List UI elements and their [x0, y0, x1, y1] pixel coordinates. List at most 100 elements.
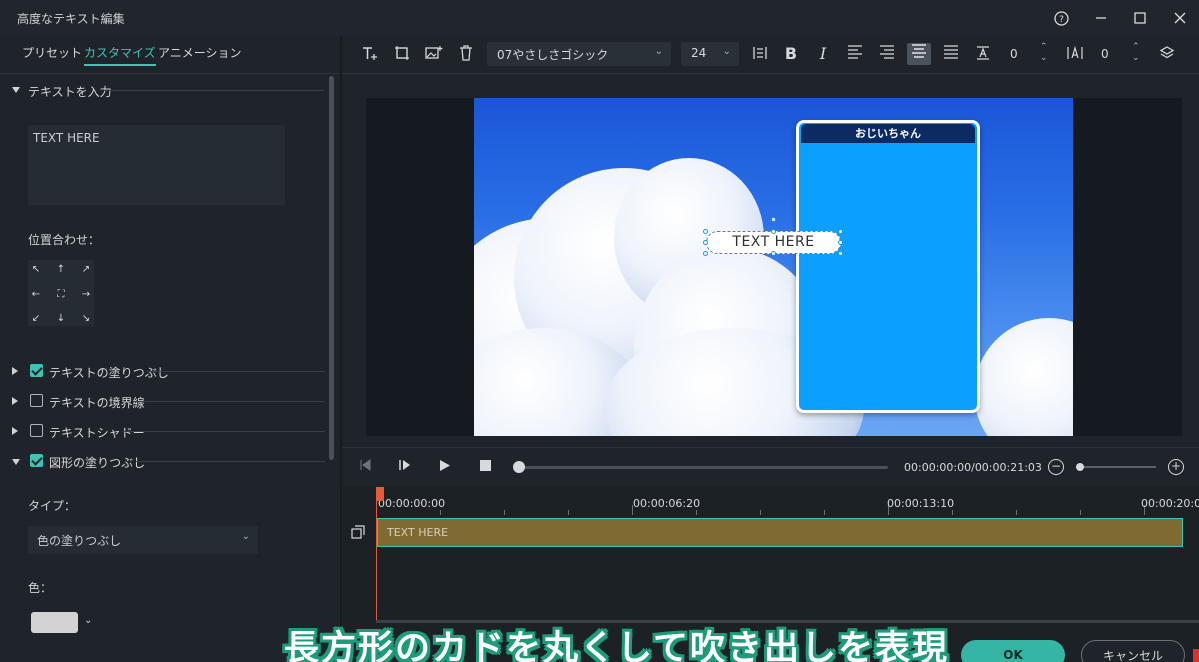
playback-progress-track[interactable] — [519, 466, 888, 469]
resize-handle[interactable] — [703, 240, 708, 245]
text-shadow-checkbox[interactable] — [30, 424, 43, 437]
resize-handle[interactable] — [838, 240, 843, 245]
tab-presets[interactable]: プリセット — [22, 44, 82, 64]
align-top-icon[interactable]: ↑ — [54, 263, 68, 277]
toolbar-divider — [342, 73, 1199, 74]
fill-type-dropdown[interactable]: 色の塗りつぶし ⌄ — [28, 526, 258, 554]
align-right-text-icon[interactable] — [877, 45, 897, 63]
char-spacing-value[interactable]: 0 — [1101, 47, 1109, 71]
resize-handle[interactable] — [771, 251, 776, 256]
ruler-label: 00:00:06:20 — [633, 497, 701, 510]
add-shape-icon[interactable] — [392, 45, 412, 63]
line-spacing-icon[interactable] — [973, 45, 993, 63]
chevron-down-icon[interactable]: ⌄ — [84, 615, 92, 626]
ruler-tick — [696, 510, 697, 515]
italic-button[interactable]: I — [813, 45, 833, 63]
help-icon[interactable]: ? — [1048, 6, 1074, 30]
playhead-handle[interactable] — [376, 487, 384, 501]
text-border-checkbox[interactable] — [30, 394, 43, 407]
window-title: 高度なテキスト編集 — [17, 12, 125, 26]
layers-icon[interactable] — [1157, 45, 1177, 63]
resize-handle[interactable] — [838, 229, 843, 234]
ruler-tick — [568, 510, 569, 515]
align-top-right-icon[interactable]: ↗ — [79, 263, 93, 277]
left-panel-scrollbar[interactable] — [329, 76, 334, 460]
line-spacing-value[interactable]: 0 — [1010, 47, 1018, 71]
resize-handle[interactable] — [838, 251, 843, 256]
align-bottom-icon[interactable]: ↓ — [54, 312, 68, 326]
rotate-handle[interactable] — [771, 217, 776, 222]
collapse-triangle-icon[interactable] — [12, 459, 20, 465]
preview-canvas[interactable]: おじいちゃん TEXT HERE — [474, 98, 1073, 436]
bold-button[interactable]: B — [781, 45, 801, 63]
align-left-text-icon[interactable] — [845, 45, 865, 63]
minimize-icon[interactable] — [1088, 6, 1114, 30]
resize-handle[interactable] — [703, 229, 708, 234]
ok-button[interactable]: OK — [961, 640, 1065, 662]
section-divider — [133, 401, 325, 402]
align-bottom-right-icon[interactable]: ↘ — [79, 312, 93, 326]
color-swatch[interactable] — [31, 612, 78, 633]
timeline-ruler[interactable]: 00:00:00:00 00:00:06:20 00:00:13:10 00:0… — [376, 487, 1199, 515]
align-top-left-icon[interactable]: ↖ — [29, 263, 43, 277]
text-shadow-label: テキストシャドー — [49, 426, 145, 440]
font-family-select[interactable]: 07やさしさゴシック ⌄ — [487, 42, 671, 66]
clip-label: TEXT HERE — [387, 526, 449, 539]
char-spacing-icon[interactable] — [1065, 45, 1085, 63]
collapse-triangle-icon[interactable] — [12, 87, 20, 93]
zoom-slider-track[interactable] — [1080, 466, 1156, 468]
tab-customize[interactable]: カスタマイズ — [84, 44, 156, 66]
ruler-label: 00:00:20:00 — [1141, 497, 1199, 510]
expand-triangle-icon[interactable] — [12, 367, 18, 375]
play-icon[interactable] — [437, 459, 453, 477]
video-caption: 長方形のカドを丸くして吹き出しを表現 — [284, 629, 949, 662]
text-columns-icon[interactable] — [750, 45, 770, 63]
resize-handle[interactable] — [703, 251, 708, 256]
section-divider — [122, 431, 325, 432]
ruler-tick — [440, 510, 441, 515]
stop-icon[interactable] — [477, 459, 493, 477]
close-icon[interactable] — [1167, 6, 1193, 30]
char-spacing-stepper[interactable]: ⌃ ⌄ — [1132, 42, 1140, 66]
text-toolbar: 07やさしさゴシック ⌄ 24 ⌄ B I 0 ⌃ ⌄ 0 ⌃ ⌄ — [342, 36, 1199, 72]
delete-icon[interactable] — [456, 45, 476, 63]
phone-frame[interactable]: おじいちゃん — [796, 120, 980, 413]
font-size-select[interactable]: 24 ⌄ — [681, 42, 739, 66]
left-panel: プリセット カスタマイズ アニメーション テキストを入力 TEXT HERE 位… — [0, 36, 340, 662]
tab-animation[interactable]: アニメーション — [158, 44, 242, 64]
playback-progress-knob[interactable] — [513, 461, 525, 473]
text-input-header: テキストを入力 — [28, 85, 112, 99]
ruler-tick — [504, 510, 505, 515]
ruler-tick — [952, 510, 953, 515]
cloud-shape — [974, 318, 1073, 436]
add-image-icon[interactable] — [424, 45, 444, 63]
align-bottom-left-icon[interactable]: ↙ — [29, 312, 43, 326]
line-spacing-stepper[interactable]: ⌃ ⌄ — [1040, 42, 1048, 66]
text-clip[interactable]: TEXT HERE — [377, 518, 1183, 547]
ruler-label: 00:00:00:00 — [378, 497, 446, 510]
align-right-icon[interactable]: → — [79, 288, 93, 302]
zoom-in-icon[interactable]: + — [1168, 459, 1184, 475]
resize-handle[interactable] — [771, 229, 776, 234]
timecode-display: 00:00:00:00/00:00:21:03 — [904, 461, 1042, 474]
maximize-icon[interactable] — [1127, 6, 1153, 30]
expand-triangle-icon[interactable] — [12, 427, 18, 435]
add-text-icon[interactable] — [360, 45, 380, 63]
justify-text-icon[interactable] — [941, 45, 961, 63]
text-border-label: テキストの境界線 — [49, 396, 145, 410]
expand-triangle-icon[interactable] — [12, 397, 18, 405]
align-left-icon[interactable]: ← — [29, 288, 43, 302]
section-divider — [104, 90, 324, 91]
zoom-slider-knob[interactable] — [1076, 463, 1084, 471]
cancel-button[interactable]: キャンセル — [1081, 640, 1185, 662]
next-frame-icon[interactable] — [397, 459, 413, 477]
shape-fill-checkbox[interactable] — [30, 454, 43, 467]
text-input-field[interactable]: TEXT HERE — [28, 125, 285, 205]
align-center-text-icon[interactable] — [907, 43, 931, 65]
text-fill-checkbox[interactable] — [30, 364, 43, 377]
zoom-out-icon[interactable]: − — [1048, 459, 1064, 475]
ruler-label: 00:00:13:10 — [887, 497, 955, 510]
previous-frame-icon[interactable] — [357, 459, 373, 477]
ruler-tick — [824, 510, 825, 515]
align-center-icon[interactable]: ⛶ — [54, 288, 68, 302]
